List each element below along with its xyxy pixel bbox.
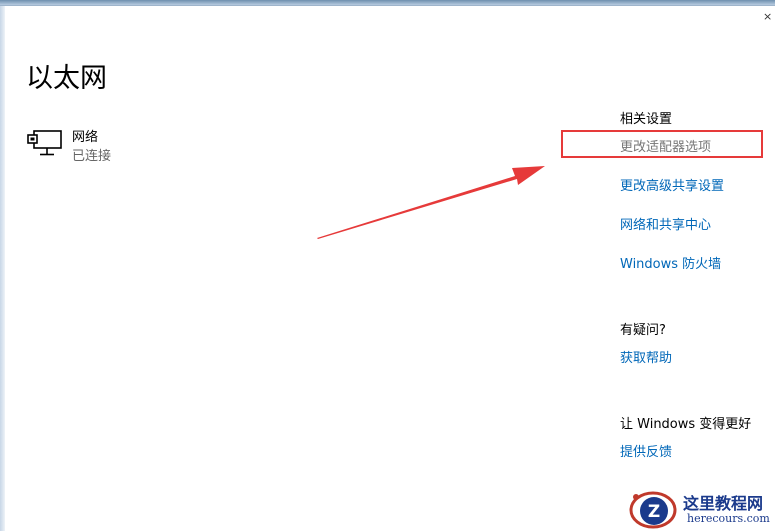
feedback-heading: 让 Windows 变得更好 [620, 417, 752, 432]
give-feedback-link[interactable]: 提供反馈 [620, 441, 672, 460]
site-watermark: Z 这里教程网 herecours.com [625, 486, 775, 531]
watermark-logo-icon: Z [629, 491, 677, 529]
watermark-logo-letter: Z [648, 502, 660, 522]
related-settings-heading: 相关设置 [620, 112, 673, 127]
wired-network-monitor-icon [27, 130, 62, 156]
page-title: 以太网 [26, 63, 107, 94]
settings-window: × 以太网 网络 已连接 相关设置 更改适配器选项 更改高级共享设置 网络和共享… [0, 0, 775, 531]
network-name: 网络 [72, 130, 99, 145]
close-icon[interactable]: × [763, 12, 775, 22]
window-left-edge [0, 6, 5, 531]
watermark-site-name: 这里教程网 [683, 494, 764, 513]
windows-firewall-link[interactable]: Windows 防火墙 [620, 253, 721, 272]
help-heading: 有疑问? [620, 323, 666, 338]
window-frame-line [0, 5, 775, 6]
advanced-sharing-settings-link[interactable]: 更改高级共享设置 [620, 175, 724, 194]
highlight-box [561, 130, 763, 158]
get-help-link[interactable]: 获取帮助 [620, 347, 672, 366]
watermark-site-url: herecours.com [687, 512, 770, 525]
network-connection-item[interactable]: 网络 已连接 [27, 124, 227, 168]
network-status: 已连接 [72, 149, 112, 164]
network-sharing-center-link[interactable]: 网络和共享中心 [620, 214, 711, 233]
